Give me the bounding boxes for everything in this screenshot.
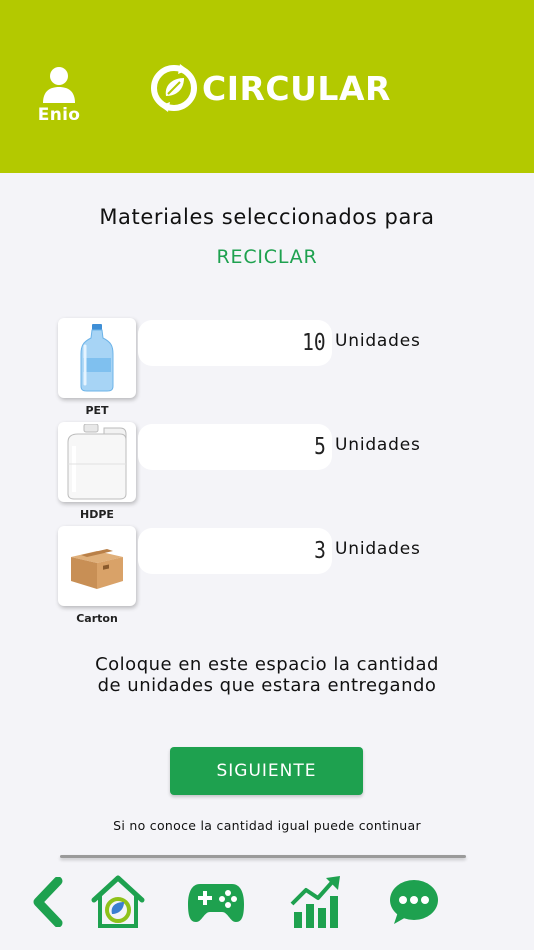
nav-divider	[60, 855, 466, 858]
material-row-hdpe: HDPE 5 Unidades	[58, 422, 478, 527]
jerrycan-icon	[67, 424, 127, 500]
nav-back[interactable]	[18, 870, 78, 934]
recycle-home-icon	[91, 875, 145, 928]
app-header: Enio CIRCULAR	[0, 0, 534, 173]
material-label: HDPE	[80, 508, 114, 521]
material-label: PET	[85, 404, 109, 417]
material-label: Carton	[76, 612, 118, 625]
cardboard-box-icon	[71, 549, 123, 589]
material-thumb-hdpe[interactable]	[58, 422, 136, 502]
material-row-pet: PET 10 Unidades	[58, 318, 478, 423]
instruction-text: Coloque en este espacio la cantidad de u…	[95, 654, 439, 696]
material-thumb-carton[interactable]	[58, 526, 136, 606]
page-title: Materiales seleccionados para	[99, 205, 435, 229]
app-name: CIRCULAR	[202, 68, 391, 108]
nav-home[interactable]	[88, 870, 148, 934]
page-subtitle: RECICLAR	[216, 246, 318, 268]
chat-icon	[390, 880, 438, 924]
nav-chat[interactable]	[384, 870, 444, 934]
material-thumb-pet[interactable]	[58, 318, 136, 398]
quantity-input[interactable]: 3	[138, 528, 332, 574]
quantity-value: 10	[302, 330, 326, 356]
back-icon	[33, 877, 63, 927]
nav-games[interactable]	[186, 870, 246, 934]
gamepad-icon	[188, 884, 244, 922]
hint-text: Si no conoce la cantidad igual puede con…	[113, 818, 421, 833]
user-profile[interactable]: Enio	[34, 66, 84, 125]
plastic-bottle-icon	[80, 324, 114, 392]
nav-stats[interactable]	[286, 870, 346, 934]
quantity-unit: Unidades	[335, 435, 421, 455]
app-logo: CIRCULAR	[150, 63, 391, 113]
quantity-value: 5	[314, 434, 326, 460]
user-icon	[43, 67, 75, 103]
material-row-carton: Carton 3 Unidades	[58, 526, 478, 631]
quantity-input[interactable]: 10	[138, 320, 332, 366]
quantity-unit: Unidades	[335, 539, 421, 559]
quantity-value: 3	[314, 538, 326, 564]
recycle-leaf-icon	[151, 64, 197, 112]
quantity-input[interactable]: 5	[138, 424, 332, 470]
user-name: Enio	[37, 105, 81, 125]
chart-icon	[290, 876, 340, 928]
next-button[interactable]: SIGUIENTE	[170, 747, 363, 795]
quantity-unit: Unidades	[335, 331, 421, 351]
